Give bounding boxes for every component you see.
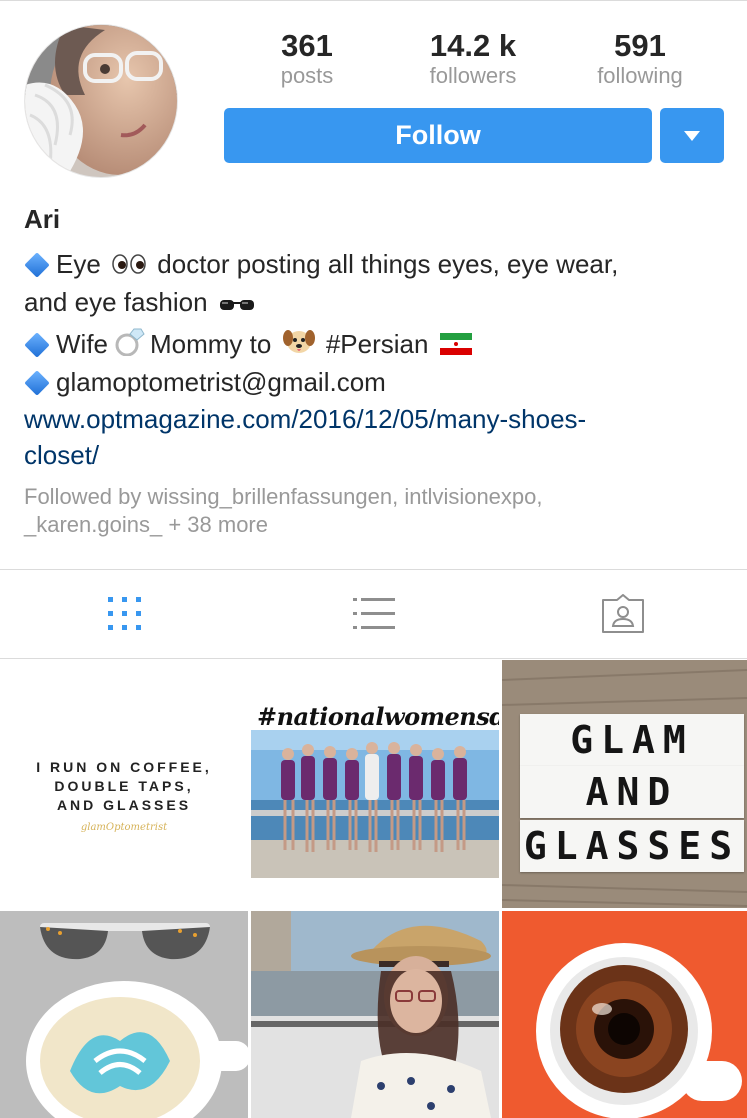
follow-button[interactable]: Follow <box>224 108 652 163</box>
website-link-continued[interactable]: closet/ <box>24 437 724 473</box>
following-stat[interactable]: 591 following <box>570 28 710 88</box>
ring-emoji-icon <box>112 326 146 366</box>
tab-tagged-view[interactable] <box>498 570 747 658</box>
post-thumbnail[interactable]: GLAM AND GLASSES <box>502 660 747 908</box>
view-tab-bar <box>0 569 747 659</box>
followed-by-text-continued[interactable]: _karen.goins_ + 38 more <box>24 511 724 539</box>
posts-label: posts <box>280 63 334 88</box>
post-text-overlay: I RUN ON COFFEE, DOUBLE TAPS, AND GLASSE… <box>36 759 212 813</box>
followed-by-text[interactable]: Followed by wissing_brillenfassungen, in… <box>24 483 724 511</box>
post-thumbnail[interactable] <box>251 911 499 1118</box>
grid-icon <box>107 597 141 630</box>
blue-diamond-icon <box>24 252 50 278</box>
tab-list-view[interactable] <box>249 570 498 658</box>
post-thumbnail[interactable]: I RUN ON COFFEE, DOUBLE TAPS, AND GLASSE… <box>0 660 248 908</box>
letterboard-line: AND <box>520 766 744 818</box>
post-thumbnail[interactable]: #nationalwomensday <box>251 660 499 908</box>
letterboard-line: GLAM <box>520 714 744 766</box>
posts-stat: 361 posts <box>237 28 377 88</box>
post-thumbnail[interactable] <box>502 911 747 1118</box>
bio-line: Wife Mommy to #Persian <box>24 325 724 366</box>
sunglasses-emoji-icon <box>219 285 255 323</box>
signature-logo: glamOptometrist <box>80 822 168 833</box>
followers-count[interactable]: 14.2 k <box>403 28 543 64</box>
tab-grid-view[interactable] <box>0 570 249 658</box>
caret-down-icon <box>684 130 700 141</box>
iran-flag-icon <box>439 327 472 365</box>
post-thumbnail[interactable] <box>0 911 248 1118</box>
list-icon <box>352 598 395 629</box>
top-divider <box>0 0 747 1</box>
blue-diamond-icon <box>24 370 50 396</box>
suggestions-dropdown-button[interactable] <box>660 108 724 163</box>
post-hashtag-overlay: #nationalwomensday <box>257 702 499 731</box>
website-link[interactable]: www.optmagazine.com/2016/12/05/many-shoe… <box>24 401 724 437</box>
followers-stat[interactable]: 14.2 k followers <box>403 28 543 88</box>
following-label[interactable]: following <box>570 64 710 88</box>
email-text: glamoptometrist@gmail.com <box>56 367 386 397</box>
dog-emoji-icon <box>282 326 315 366</box>
bio-line: Eye doctor posting all things eyes, eye … <box>24 245 724 285</box>
tagged-person-icon <box>601 594 644 633</box>
profile-name: Ari <box>24 204 61 234</box>
eyes-emoji-icon <box>112 247 146 285</box>
posts-count: 361 <box>281 28 333 63</box>
followers-label[interactable]: followers <box>403 64 543 88</box>
letterboard-line: GLASSES <box>520 820 744 872</box>
bio-line: glamoptometrist@gmail.com <box>24 363 724 401</box>
avatar[interactable] <box>24 24 178 178</box>
bio-line: and eye fashion <box>24 283 724 323</box>
following-count[interactable]: 591 <box>570 28 710 64</box>
blue-diamond-icon <box>24 332 50 358</box>
